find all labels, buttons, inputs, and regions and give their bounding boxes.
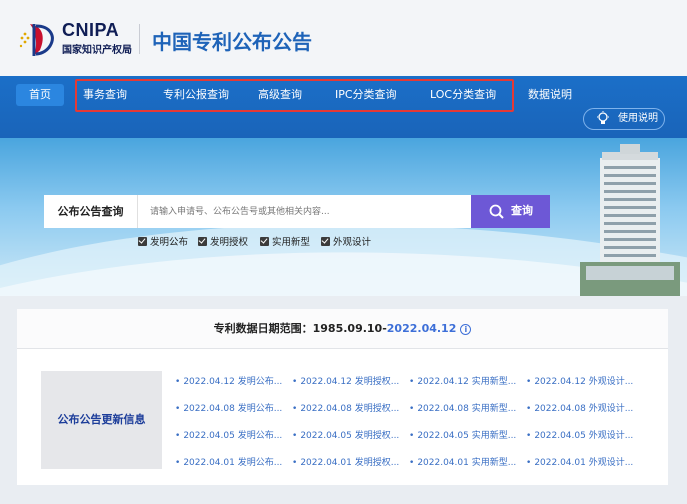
update-link[interactable]: 2022.04.05 发明授权...: [292, 430, 399, 442]
updates-panel: 公布公告更新信息 2022.04.12 发明公布... 2022.04.12 发…: [17, 349, 668, 485]
help-button[interactable]: 使用说明: [583, 108, 665, 130]
update-link[interactable]: 2022.04.05 实用新型...: [409, 430, 516, 442]
logo-subtitle: 国家知识产权局: [62, 45, 132, 56]
header-divider: [139, 24, 140, 54]
update-link[interactable]: 2022.04.01 实用新型...: [409, 457, 516, 469]
date-range-panel: 专利数据日期范围：1985.09.10-2022.04.12 i: [17, 309, 668, 349]
update-link[interactable]: 2022.04.08 发明公布...: [175, 403, 282, 415]
search-button[interactable]: 查询: [471, 195, 550, 228]
checkbox-invention-grant[interactable]: 发明授权: [198, 236, 248, 250]
lightbulb-icon: [597, 111, 609, 124]
updates-label: 公布公告更新信息: [41, 371, 162, 469]
checkbox-label: 发明授权: [210, 237, 249, 248]
update-link[interactable]: 2022.04.08 外观设计...: [526, 403, 633, 415]
date-range-end: 2022.04.12: [386, 322, 457, 335]
checked-checkbox-icon: [321, 237, 330, 246]
annotation-highlight-box: [75, 79, 514, 112]
checkbox-invention-publication[interactable]: 发明公布: [138, 236, 188, 250]
checked-checkbox-icon: [260, 237, 269, 246]
update-link[interactable]: 2022.04.12 发明授权...: [292, 376, 399, 388]
cnipa-logo-icon[interactable]: [16, 20, 58, 58]
checkbox-label: 实用新型: [272, 237, 311, 248]
update-link[interactable]: 2022.04.12 实用新型...: [409, 376, 516, 388]
hero-banner: 公布公告查询 查询 发明公布 发明授权 实用新型 外观设计: [0, 138, 687, 296]
logo-text: CNIPA: [62, 20, 120, 40]
main-nav: 首页 事务查询 专利公报查询 高级查询 IPC分类查询 LOC分类查询 数据说明…: [0, 76, 687, 138]
search-button-label: 查询: [511, 205, 533, 217]
checked-checkbox-icon: [138, 237, 147, 246]
date-range-text: 专利数据日期范围：1985.09.10-2022.04.12 i: [17, 309, 668, 349]
nav-home[interactable]: 首页: [16, 84, 64, 106]
office-building-image: [580, 144, 680, 296]
update-link[interactable]: 2022.04.08 实用新型...: [409, 403, 516, 415]
search-label: 公布公告查询: [44, 195, 138, 228]
update-link[interactable]: 2022.04.01 外观设计...: [526, 457, 633, 469]
help-button-label: 使用说明: [618, 113, 658, 124]
update-link[interactable]: 2022.04.05 外观设计...: [526, 430, 633, 442]
update-link[interactable]: 2022.04.12 外观设计...: [526, 376, 633, 388]
checkbox-utility-model[interactable]: 实用新型: [260, 236, 310, 250]
info-icon[interactable]: i: [460, 324, 472, 335]
page-title: 中国专利公布公告: [152, 30, 312, 54]
checkbox-label: 外观设计: [333, 237, 372, 248]
site-header: CNIPA 国家知识产权局 中国专利公布公告: [0, 0, 687, 76]
nav-item-data-description[interactable]: 数据说明: [528, 84, 572, 106]
checkbox-label: 发明公布: [150, 237, 189, 248]
search-icon: [489, 204, 504, 219]
update-link[interactable]: 2022.04.12 发明公布...: [175, 376, 282, 388]
update-link[interactable]: 2022.04.08 发明授权...: [292, 403, 399, 415]
date-range-prefix: 专利数据日期范围：1985.09.10-: [213, 322, 387, 335]
search-input[interactable]: [138, 195, 471, 228]
update-link[interactable]: 2022.04.05 发明公布...: [175, 430, 282, 442]
checked-checkbox-icon: [198, 237, 207, 246]
update-link[interactable]: 2022.04.01 发明授权...: [292, 457, 399, 469]
checkbox-design[interactable]: 外观设计: [321, 236, 371, 250]
update-link[interactable]: 2022.04.01 发明公布...: [175, 457, 282, 469]
